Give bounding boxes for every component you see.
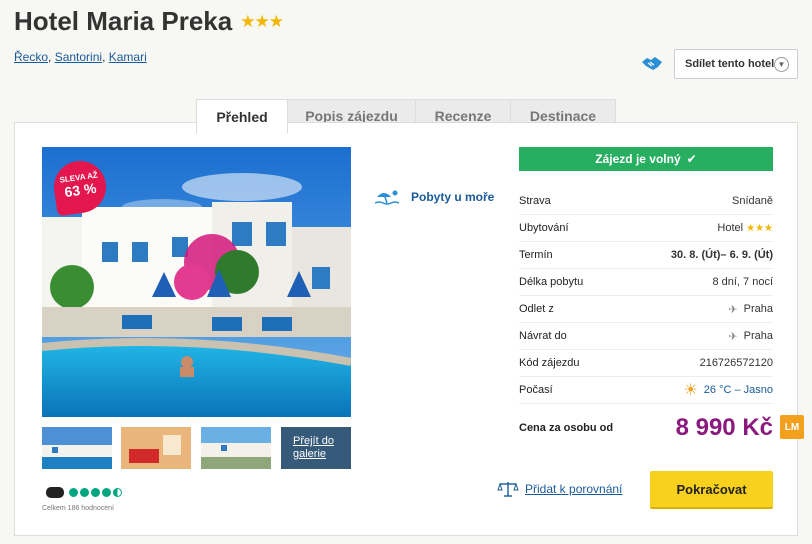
detail-row-weather: Počasí ☀ 26 °C – Jasno	[519, 377, 773, 404]
detail-value: Hotel	[717, 222, 744, 234]
accommodation-stars: ★★★	[746, 222, 773, 234]
detail-value: 30. 8. (Út)– 6. 9. (Út)	[670, 249, 773, 261]
plane-icon: ✈	[728, 303, 738, 316]
compare-label: Přidat k porovnání	[525, 482, 623, 496]
category-link[interactable]: Pobyty u moře	[375, 189, 494, 205]
beach-icon	[375, 190, 399, 205]
detail-row-code: Kód zájezdu 216726572120	[519, 350, 773, 377]
breadcrumb-link-town[interactable]: Kamari	[109, 50, 147, 64]
availability-label: Zájezd je volný	[595, 152, 681, 166]
scales-icon	[497, 482, 519, 497]
category-label: Pobyty u moře	[411, 190, 495, 204]
hotel-title: Hotel Maria Preka ★★★	[14, 6, 284, 37]
detail-value-wrap: ✈ Praha	[728, 303, 773, 316]
continue-button[interactable]: Pokračovat	[650, 471, 773, 509]
detail-value-wrap[interactable]: ☀ 26 °C – Jasno	[683, 380, 773, 400]
review-count: Celkem 186 hodnocení	[42, 505, 114, 512]
gallery-link[interactable]: Přejít do galerie	[281, 427, 351, 469]
detail-value: Snídaně	[732, 195, 773, 207]
price-row: Cena za osobu od 8 990 Kč	[519, 413, 773, 443]
detail-value: Praha	[743, 330, 773, 342]
tripadvisor-rating[interactable]	[46, 487, 124, 498]
rating-dot-4	[102, 488, 111, 497]
detail-value-wrap: Hotel ★★★	[717, 222, 773, 234]
detail-row-return: Návrat do ✈ Praha	[519, 323, 773, 350]
tripadvisor-owl-icon	[46, 487, 64, 498]
price-label: Cena za osobu od	[519, 422, 614, 434]
plane-icon: ✈	[728, 330, 738, 343]
detail-value: 216726572120	[699, 357, 773, 369]
handshake-icon[interactable]	[641, 54, 663, 72]
detail-value-wrap: ✈ Praha	[728, 330, 773, 343]
detail-row-length: Délka pobytu 8 dní, 7 nocí	[519, 269, 773, 296]
detail-row-dates: Termín 30. 8. (Út)– 6. 9. (Út)	[519, 242, 773, 269]
breadcrumb-link-country[interactable]: Řecko	[14, 50, 48, 64]
chevron-down-icon: ▼	[774, 57, 789, 72]
detail-key: Odlet z	[519, 303, 554, 315]
gallery-thumb-3[interactable]	[201, 427, 271, 469]
detail-key: Délka pobytu	[519, 276, 584, 288]
detail-key: Ubytování	[519, 222, 569, 234]
check-icon: ✔	[686, 152, 697, 166]
detail-row-departure: Odlet z ✈ Praha	[519, 296, 773, 323]
sun-icon: ☀	[683, 382, 698, 399]
rating-dot-1	[69, 488, 78, 497]
price-value: 8 990 Kč	[675, 414, 773, 441]
hotel-main-photo[interactable]: SLEVA AŽ 63 %	[42, 147, 351, 417]
add-to-compare-link[interactable]: Přidat k porovnání	[497, 481, 622, 497]
gallery-thumb-2[interactable]	[121, 427, 191, 469]
detail-row-accommodation: Ubytování Hotel ★★★	[519, 215, 773, 242]
detail-row-board: Strava Snídaně	[519, 188, 773, 215]
hotel-overview-panel: SLEVA AŽ 63 % Přejít do galerie Celkem 1…	[14, 122, 804, 536]
hotel-name: Hotel Maria Preka	[14, 6, 233, 36]
detail-key: Termín	[519, 249, 553, 261]
share-label: Sdílet tento hotel	[685, 58, 775, 70]
breadcrumb-link-island[interactable]: Santorini	[55, 50, 102, 64]
detail-value: 8 dní, 7 nocí	[712, 276, 773, 288]
gallery-thumb-1[interactable]	[42, 427, 112, 469]
hotel-stars: ★★★	[240, 11, 284, 31]
rating-dot-3	[91, 488, 100, 497]
share-hotel-button[interactable]: Sdílet tento hotel ▼	[674, 49, 798, 79]
detail-key: Kód zájezdu	[519, 357, 580, 369]
detail-value: 26 °C – Jasno	[703, 384, 773, 396]
trip-details: Strava Snídaně Ubytování Hotel ★★★ Termí…	[519, 188, 773, 404]
detail-key: Strava	[519, 195, 551, 207]
last-minute-badge: LM	[780, 415, 804, 439]
tab-overview[interactable]: Přehled	[196, 99, 288, 134]
detail-key: Počasí	[519, 384, 553, 396]
availability-status: Zájezd je volný ✔	[519, 147, 773, 171]
detail-key: Návrat do	[519, 330, 567, 342]
detail-value: Praha	[743, 303, 773, 315]
rating-dot-2	[80, 488, 89, 497]
rating-dot-5	[113, 488, 122, 497]
breadcrumb: Řecko, Santorini, Kamari	[14, 50, 147, 64]
